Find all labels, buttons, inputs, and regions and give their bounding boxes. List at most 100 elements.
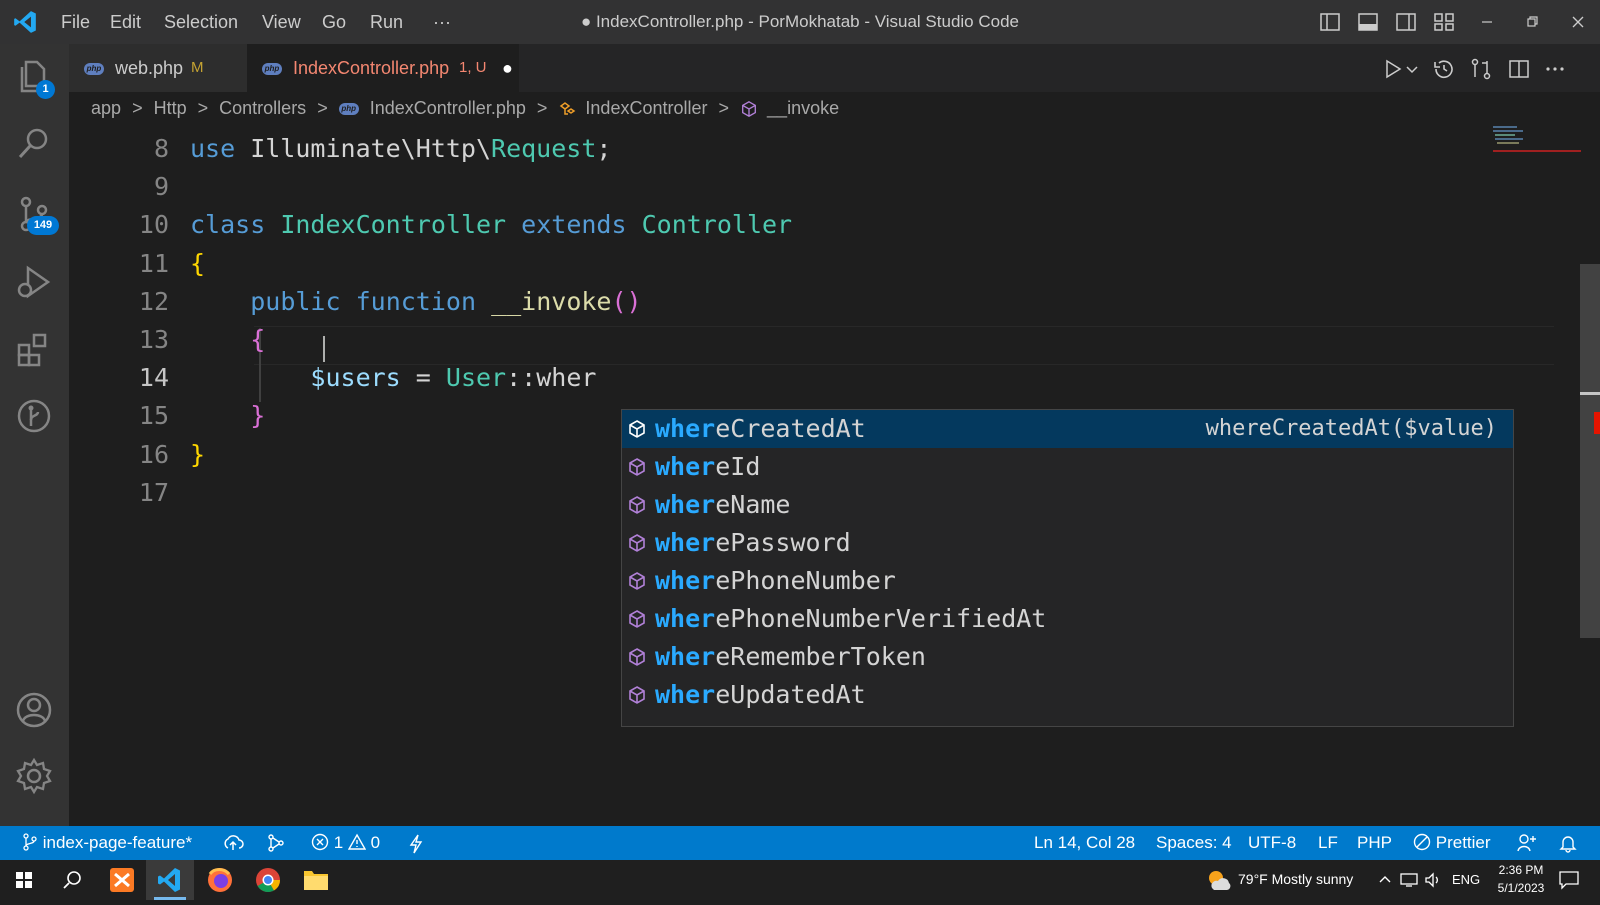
close-window-icon[interactable]: [1566, 10, 1590, 34]
menu-more[interactable]: ···: [433, 12, 451, 33]
breadcrumb-file[interactable]: IndexController.php: [370, 98, 526, 118]
suggestion-item[interactable]: whereCreatedAt whereCreatedAt($value): [622, 410, 1513, 448]
feedback-icon[interactable]: [1516, 833, 1538, 853]
breadcrumb-http[interactable]: Http: [154, 98, 187, 118]
input-language[interactable]: ENG: [1452, 872, 1480, 887]
clock-time[interactable]: 2:36 PM: [1488, 863, 1554, 877]
git-graph-icon[interactable]: [266, 833, 286, 853]
line-number[interactable]: 11: [109, 249, 169, 278]
unsaved-dot-icon[interactable]: ●: [502, 44, 513, 92]
lightning-icon[interactable]: [408, 834, 424, 854]
menu-view[interactable]: View: [262, 12, 301, 33]
code-line[interactable]: public function __invoke(): [190, 287, 641, 316]
breadcrumb-class[interactable]: IndexController: [585, 98, 707, 118]
suggestion-label: whereId: [655, 448, 760, 486]
gitlens-icon[interactable]: [14, 396, 54, 436]
toggle-panel-icon[interactable]: [1356, 10, 1380, 34]
suggestion-rest: ePhoneNumber: [715, 566, 896, 595]
line-number[interactable]: 16: [109, 440, 169, 469]
toggle-secondary-sidebar-icon[interactable]: [1394, 10, 1418, 34]
breadcrumb-method[interactable]: __invoke: [767, 98, 839, 118]
problems-status[interactable]: 1 0: [311, 826, 380, 860]
menu-selection[interactable]: Selection: [164, 12, 238, 33]
code-line[interactable]: }: [190, 440, 205, 469]
suggest-widget[interactable]: whereCreatedAt whereCreatedAt($value) wher…: [621, 409, 1514, 727]
minimap[interactable]: [1493, 124, 1583, 164]
weather-sunny-icon[interactable]: [1206, 868, 1232, 892]
timeline-history-icon[interactable]: [1432, 57, 1456, 81]
indentation[interactable]: Spaces: 4: [1156, 826, 1232, 860]
system-tray-chevron-up-icon[interactable]: [1378, 873, 1392, 887]
line-number[interactable]: 8: [109, 134, 169, 163]
taskbar-search-icon[interactable]: [48, 860, 96, 900]
customize-layout-icon[interactable]: [1432, 10, 1456, 34]
breadcrumb-separator: >: [536, 98, 548, 118]
search-icon[interactable]: [14, 124, 54, 164]
code-line[interactable]: class IndexController extends Controller: [190, 210, 792, 239]
restore-icon[interactable]: [1520, 10, 1544, 34]
xampp-icon[interactable]: [98, 860, 146, 900]
code-line[interactable]: }: [190, 401, 265, 430]
line-number[interactable]: 17: [109, 478, 169, 507]
line-number[interactable]: 10: [109, 210, 169, 239]
breadcrumb-separator: >: [317, 98, 328, 118]
menu-go[interactable]: Go: [322, 12, 346, 33]
sync-cloud-icon[interactable]: [222, 833, 244, 853]
suggestion-item[interactable]: whereName: [622, 486, 1513, 524]
notifications-bell-icon[interactable]: [1558, 833, 1578, 853]
firefox-icon[interactable]: [196, 860, 244, 900]
network-icon[interactable]: [1400, 872, 1418, 888]
code-line[interactable]: $users = User::wher: [190, 363, 596, 392]
code-line[interactable]: {: [190, 325, 265, 354]
suggestion-item[interactable]: wherePhoneNumberVerifiedAt: [622, 600, 1513, 638]
line-number[interactable]: 13: [109, 325, 169, 354]
accounts-icon[interactable]: [14, 690, 54, 730]
vscode-logo-icon[interactable]: [12, 9, 38, 35]
encoding[interactable]: UTF-8: [1248, 826, 1296, 860]
tab-web-php[interactable]: php web.php M: [69, 44, 247, 92]
suggestion-item[interactable]: whereRememberToken: [622, 638, 1513, 676]
code-line[interactable]: {: [190, 249, 205, 278]
run-debug-icon[interactable]: [14, 262, 54, 302]
extensions-icon[interactable]: [14, 330, 54, 370]
breadcrumb-app[interactable]: app: [91, 98, 121, 118]
more-actions-icon[interactable]: [1543, 57, 1567, 81]
minimize-icon[interactable]: [1475, 10, 1499, 34]
weather-text[interactable]: 79°F Mostly sunny: [1238, 871, 1353, 887]
file-explorer-icon[interactable]: [292, 860, 340, 900]
menu-edit[interactable]: Edit: [110, 12, 141, 33]
cursor-position[interactable]: Ln 14, Col 28: [1034, 826, 1135, 860]
suggestion-item[interactable]: wherePhoneNumber: [622, 562, 1513, 600]
language-mode[interactable]: PHP: [1357, 826, 1392, 860]
settings-gear-icon[interactable]: [14, 756, 54, 796]
formatter-status[interactable]: Prettier: [1413, 826, 1491, 860]
taskbar-vscode-active[interactable]: [146, 860, 194, 900]
suggestion-item[interactable]: whereId: [622, 448, 1513, 486]
compare-changes-icon[interactable]: [1469, 57, 1493, 81]
suggestion-item[interactable]: whereUpdatedAt: [622, 676, 1513, 714]
end-of-line[interactable]: LF: [1318, 826, 1338, 860]
line-number[interactable]: 14: [109, 363, 169, 392]
toggle-primary-sidebar-icon[interactable]: [1318, 10, 1342, 34]
code-line[interactable]: use Illuminate\Http\Request;: [190, 134, 611, 163]
chevron-down-icon[interactable]: [1405, 57, 1419, 81]
run-file-icon[interactable]: [1381, 57, 1405, 81]
chrome-icon[interactable]: [244, 860, 292, 900]
windows-start-icon[interactable]: [0, 860, 48, 900]
suggestion-item[interactable]: wherePassword: [622, 524, 1513, 562]
split-editor-icon[interactable]: [1507, 57, 1531, 81]
menu-run[interactable]: Run: [370, 12, 403, 33]
menu-file[interactable]: File: [61, 12, 90, 33]
tab-index-controller-php[interactable]: php IndexController.php 1, U ●: [247, 44, 519, 92]
clock-date[interactable]: 5/1/2023: [1488, 881, 1554, 895]
vertical-scrollbar[interactable]: [1580, 264, 1600, 638]
line-number[interactable]: 12: [109, 287, 169, 316]
line-number[interactable]: 9: [109, 172, 169, 201]
suggestion-rest: eUpdatedAt: [715, 680, 866, 709]
line-number[interactable]: 15: [109, 401, 169, 430]
volume-icon[interactable]: [1424, 872, 1442, 888]
breadcrumb-controllers[interactable]: Controllers: [219, 98, 306, 118]
branch-status[interactable]: index-page-feature*: [22, 826, 192, 860]
action-center-icon[interactable]: [1558, 870, 1580, 890]
